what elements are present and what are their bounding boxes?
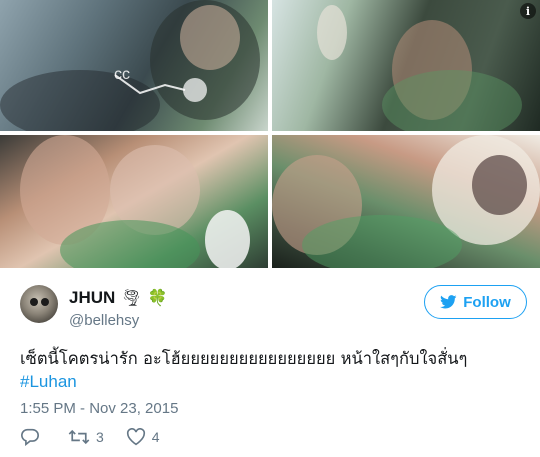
photo-bottom-left[interactable] [0, 135, 268, 268]
avatar[interactable] [20, 285, 58, 323]
twitter-bird-icon [440, 295, 457, 309]
name-row: JHUN 🌪 🍀 [69, 288, 168, 308]
tweet-actions: 3 4 [20, 428, 182, 446]
media-grid[interactable]: cc i [0, 0, 540, 268]
svg-text:cc: cc [114, 66, 130, 83]
display-name[interactable]: JHUN [69, 288, 115, 308]
reply-icon [21, 428, 39, 446]
tornado-emoji: 🌪 [121, 288, 142, 307]
retweet-button[interactable]: 3 [68, 429, 104, 445]
like-button[interactable]: 4 [126, 428, 160, 446]
retweet-icon [68, 429, 90, 445]
clover-emoji: 🍀 [147, 288, 168, 307]
follow-button[interactable]: Follow [424, 285, 527, 319]
tweet-timestamp[interactable]: 1:55 PM - Nov 23, 2015 [20, 400, 178, 417]
heart-icon [126, 428, 145, 446]
info-icon[interactable]: i [520, 3, 536, 19]
photo-bottom-right[interactable] [272, 135, 540, 268]
photo-top-right[interactable]: i [272, 0, 540, 131]
like-count: 4 [151, 429, 160, 445]
tweet-text: เซ็ตนี้โคตรน่ารัก อะโฮ้ยยยยยยยยยยยยยยยย … [20, 349, 468, 368]
follow-label: Follow [463, 293, 511, 311]
user-handle[interactable]: @bellehsy [69, 312, 139, 329]
reply-button[interactable] [20, 428, 46, 446]
retweet-count: 3 [96, 429, 104, 445]
photo-top-left[interactable]: cc [0, 0, 268, 131]
tweet-card: JHUN 🌪 🍀 @bellehsy Follow เซ็ตนี้โคตรน่า… [0, 268, 540, 457]
hashtag-link[interactable]: #Luhan [20, 372, 77, 392]
